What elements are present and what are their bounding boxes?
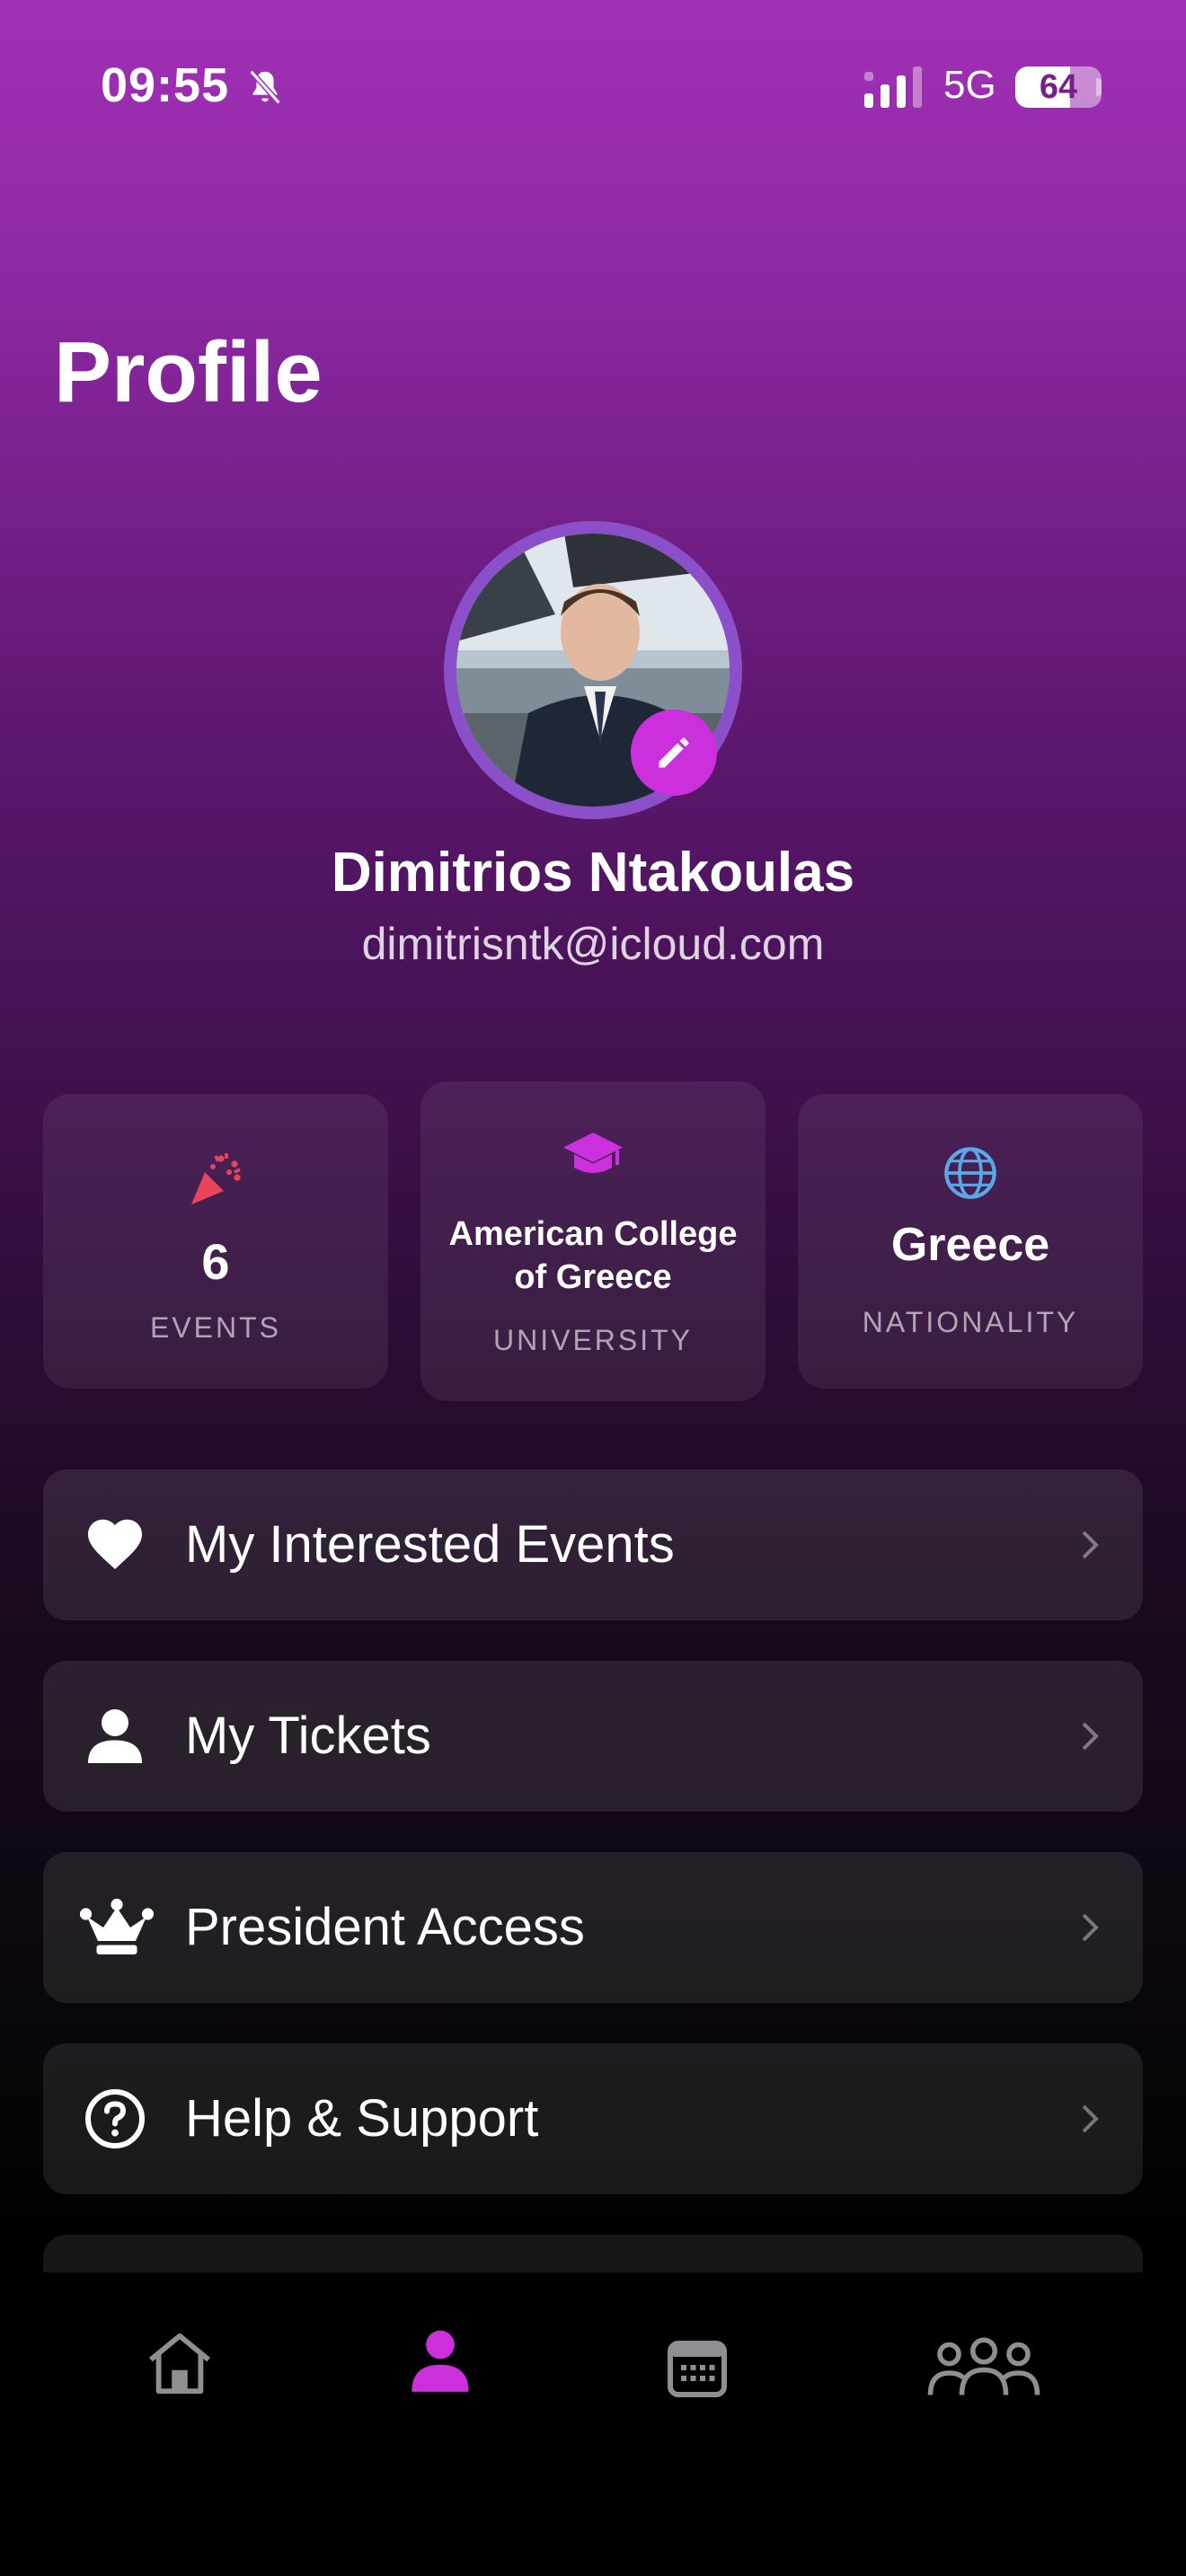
menu-item-president-access[interactable]: President Access bbox=[43, 1852, 1143, 2003]
bell-slash-icon bbox=[249, 69, 281, 105]
user-name: Dimitrios Ntakoulas bbox=[331, 842, 855, 904]
status-time: 09:55 bbox=[101, 58, 230, 112]
menu-label-interested-events: My Interested Events bbox=[185, 1515, 675, 1574]
pencil-icon bbox=[659, 737, 689, 768]
events-count: 6 bbox=[201, 1233, 230, 1290]
stat-card-events: 6 EVENTS bbox=[43, 1094, 388, 1389]
page-title: Profile bbox=[54, 324, 323, 420]
menu-item-partial[interactable] bbox=[43, 2235, 1143, 2272]
stat-card-nationality: Greece NATIONALITY bbox=[798, 1094, 1143, 1389]
signal-icon bbox=[864, 66, 922, 108]
user-email: dimitrisntk@icloud.com bbox=[361, 919, 825, 969]
menu-item-interested-events[interactable]: My Interested Events bbox=[43, 1469, 1143, 1620]
status-bar: 09:55 5G 64 bbox=[0, 0, 1186, 171]
calendar-icon bbox=[668, 2341, 727, 2397]
globe-icon bbox=[944, 1147, 996, 1199]
university-name: American College of Greece bbox=[420, 1213, 766, 1299]
menu-label-president-access: President Access bbox=[185, 1898, 585, 1956]
tab-community[interactable] bbox=[927, 2335, 1040, 2398]
edit-avatar-button[interactable] bbox=[631, 710, 717, 796]
events-label: EVENTS bbox=[149, 1311, 282, 1344]
graduation-cap-icon bbox=[563, 1133, 623, 1173]
crown-icon bbox=[79, 1898, 155, 1954]
heart-icon bbox=[88, 1519, 142, 1569]
menu-item-help-support[interactable]: Help & Support bbox=[43, 2043, 1143, 2194]
tab-bar bbox=[0, 2272, 1186, 2576]
nationality-label: NATIONALITY bbox=[862, 1306, 1079, 1338]
battery-percent: 64 bbox=[1039, 68, 1078, 106]
person-icon bbox=[412, 2330, 469, 2392]
chevron-right-icon bbox=[1082, 2104, 1099, 2133]
party-popper-icon bbox=[191, 1153, 241, 1204]
university-name-line1: American College bbox=[448, 1215, 738, 1253]
menu-label-my-tickets: My Tickets bbox=[185, 1707, 431, 1765]
menu-label-help-support: Help & Support bbox=[185, 2089, 539, 2148]
chevron-right-icon bbox=[1082, 1913, 1099, 1942]
chevron-right-icon bbox=[1082, 1531, 1099, 1559]
university-name-line2: of Greece bbox=[514, 1258, 672, 1296]
network-type: 5G bbox=[943, 63, 996, 107]
nationality-value: Greece bbox=[890, 1219, 1050, 1271]
menu-item-my-tickets[interactable]: My Tickets bbox=[43, 1661, 1143, 1812]
tab-calendar[interactable] bbox=[665, 2335, 730, 2400]
battery-cap bbox=[1096, 78, 1102, 96]
tab-home[interactable] bbox=[142, 2328, 217, 2396]
question-circle-icon bbox=[85, 2089, 145, 2148]
stat-card-university: American College of Greece UNIVERSITY bbox=[420, 1081, 766, 1401]
university-label: UNIVERSITY bbox=[492, 1324, 694, 1356]
chevron-right-icon bbox=[1082, 1722, 1099, 1751]
person-icon bbox=[88, 1709, 142, 1763]
tab-profile[interactable] bbox=[406, 2325, 474, 2396]
group-icon bbox=[927, 2337, 1040, 2395]
battery-icon: 64 bbox=[1015, 66, 1102, 108]
